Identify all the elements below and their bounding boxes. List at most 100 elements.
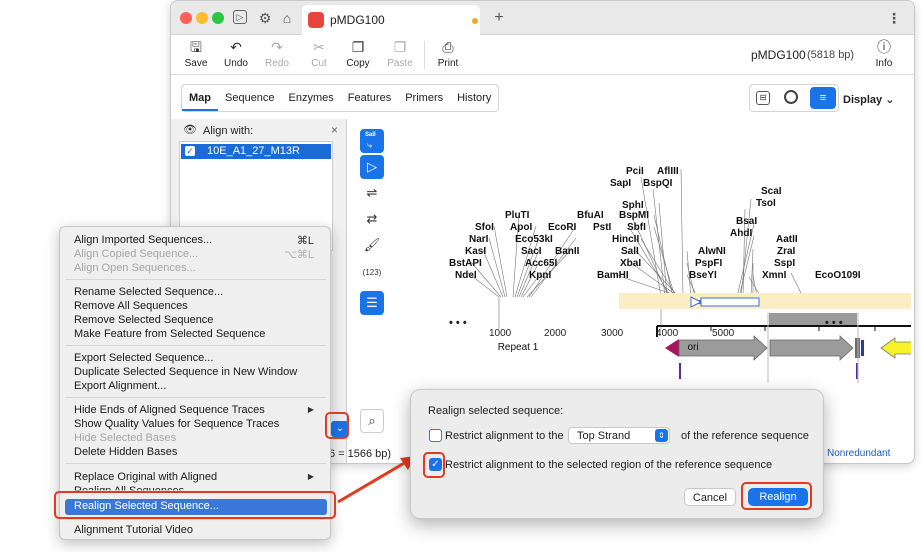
menu-item-remove-selected[interactable]: Remove Selected Sequence (74, 314, 213, 326)
feature-arrow-icon[interactable]: ▷ (360, 155, 384, 179)
enzyme-label[interactable]: PspFI (695, 258, 722, 269)
enzyme-label[interactable]: ScaI (761, 186, 782, 197)
tab-enzymes[interactable]: Enzymes (282, 85, 341, 111)
document-tab[interactable]: pMDG100 (302, 5, 480, 35)
redo-button[interactable]: ↷ Redo (257, 39, 297, 69)
menu-item-align-copied[interactable]: Align Copied Sequence... (74, 248, 198, 260)
menu-item-rename[interactable]: Rename Selected Sequence... (74, 286, 223, 298)
menu-item-align-open[interactable]: Align Open Sequences... (74, 262, 196, 274)
enzyme-label[interactable]: BsaI (736, 216, 757, 227)
enzyme-label[interactable]: Acc65I (525, 258, 557, 269)
new-tab-button[interactable]: + (491, 10, 507, 26)
enzyme-label[interactable]: BfuAI (577, 210, 604, 221)
enzyme-label[interactable]: XbaI (620, 258, 641, 269)
info-button[interactable]: ⓘ Info (864, 39, 904, 69)
linear-view-icon[interactable]: ⊟ (756, 91, 770, 105)
enzyme-label[interactable]: KpnI (529, 270, 551, 281)
display-menu-button[interactable]: Display ⌄ (843, 93, 894, 106)
home-icon[interactable]: ⌂ (279, 10, 295, 26)
search-icon[interactable]: ⌕ (360, 409, 384, 433)
checkbox-checked[interactable]: ✓ (185, 146, 195, 156)
enzyme-label[interactable]: BspQI (643, 178, 672, 189)
eye-icon[interactable]: 👁 (183, 123, 197, 136)
enzyme-sites-button[interactable]: SalI ⤷ (360, 129, 384, 153)
enzyme-label[interactable]: PstI (593, 222, 611, 233)
enzyme-label[interactable]: SalI (621, 246, 639, 257)
nonredundant-link[interactable]: Nonredundant (827, 448, 890, 459)
menu-item-make-feature[interactable]: Make Feature from Selected Sequence (74, 328, 265, 340)
enzyme-label[interactable]: SapI (610, 178, 631, 189)
enzyme-label[interactable]: PluTI (505, 210, 529, 221)
alignment-view-icon[interactable]: ☰ (360, 291, 384, 315)
enzyme-label[interactable]: SfoI (475, 222, 494, 233)
brush-icon[interactable]: 🖌 (360, 233, 384, 257)
menu-item-tutorial-video[interactable]: Alignment Tutorial Video (74, 524, 193, 536)
copy-button[interactable]: ❐ Copy (338, 39, 378, 69)
cancel-button[interactable]: Cancel (684, 488, 736, 506)
enzyme-label[interactable]: HincII (612, 234, 639, 245)
menu-item-export-alignment[interactable]: Export Alignment... (74, 380, 166, 392)
menu-item-hide-selected-bases[interactable]: Hide Selected Bases (74, 432, 176, 444)
enzyme-label[interactable]: ApoI (510, 222, 532, 233)
submenu-arrow-icon: ▶ (307, 472, 314, 481)
sidebar-toggle-icon[interactable]: ▷ (233, 10, 247, 24)
menu-item-show-quality[interactable]: Show Quality Values for Sequence Traces (74, 418, 279, 430)
close-icon[interactable]: × (331, 123, 338, 137)
menu-item-replace-original[interactable]: Replace Original with Aligned (74, 471, 217, 483)
enzyme-label[interactable]: AatII (776, 234, 798, 245)
enzyme-label[interactable]: TsoI (756, 198, 776, 209)
tab-primers[interactable]: Primers (398, 85, 450, 111)
minimize-window-button[interactable] (196, 12, 208, 24)
enzyme-label[interactable]: KasI (465, 246, 486, 257)
enzyme-label[interactable]: BstAPI (449, 258, 482, 269)
save-button[interactable]: 🖫 Save (176, 39, 216, 69)
feature-repeat-1[interactable]: Repeat 1 (479, 340, 557, 356)
primer-arrows-icon[interactable]: ⇄ (360, 207, 384, 231)
enzyme-label[interactable]: BspMI (619, 210, 649, 221)
enzyme-label[interactable]: AhdI (730, 228, 752, 239)
menu-item-align-imported[interactable]: Align Imported Sequences... (74, 234, 212, 246)
paste-button[interactable]: ❐ Paste (380, 39, 420, 69)
map-view-icon[interactable]: ≡ (810, 87, 836, 109)
orf-icon[interactable]: ⇌ (360, 181, 384, 205)
menu-item-export-selected[interactable]: Export Selected Sequence... (74, 352, 213, 364)
zoom-window-button[interactable] (212, 12, 224, 24)
tab-features[interactable]: Features (341, 85, 398, 111)
close-window-button[interactable] (180, 12, 192, 24)
enzyme-label[interactable]: BamHI (597, 270, 629, 281)
list-item[interactable]: ✓ 10E_A1_27_M13R (181, 144, 331, 159)
enzyme-label[interactable]: AflIII (657, 166, 679, 177)
undo-button[interactable]: ↶ Undo (216, 39, 256, 69)
tab-map[interactable]: Map (182, 85, 218, 111)
cut-button[interactable]: ✂ Cut (299, 39, 339, 69)
numbering-button[interactable]: (123) (360, 261, 384, 285)
enzyme-label[interactable]: Eco53kI (515, 234, 553, 245)
strand-select[interactable]: Top Strand ⇕ (568, 427, 670, 444)
enzyme-label[interactable]: SspI (774, 258, 795, 269)
enzyme-label[interactable]: SacI (521, 246, 542, 257)
menu-item-hide-ends[interactable]: Hide Ends of Aligned Sequence Traces (74, 404, 265, 416)
enzyme-label[interactable]: PciI (626, 166, 644, 177)
menu-item-remove-all[interactable]: Remove All Sequences (74, 300, 188, 312)
menu-item-duplicate[interactable]: Duplicate Selected Sequence in New Windo… (74, 366, 297, 378)
tab-history[interactable]: History (450, 85, 498, 111)
enzyme-label[interactable]: BseYI (689, 270, 717, 281)
feature-repeat-2[interactable]: Repeat 2 (567, 340, 643, 356)
enzyme-label[interactable]: SbfI (627, 222, 646, 233)
enzyme-label[interactable]: ZraI (777, 246, 795, 257)
enzyme-label[interactable]: NdeI (455, 270, 477, 281)
restrict-strand-checkbox[interactable] (429, 429, 442, 442)
print-button[interactable]: ⎙ Print (428, 39, 468, 69)
gear-icon[interactable]: ⚙ (257, 10, 273, 26)
more-menu-button[interactable]: ⋮ (886, 10, 902, 26)
circular-view-icon[interactable] (784, 90, 798, 104)
enzyme-label[interactable]: BanII (555, 246, 579, 257)
menu-item-delete-hidden[interactable]: Delete Hidden Bases (74, 446, 177, 458)
enzyme-label[interactable]: NarI (469, 234, 488, 245)
enzyme-label[interactable]: EcoO109I (815, 270, 861, 281)
enzyme-label[interactable]: AlwNI (698, 246, 726, 257)
tab-sequence[interactable]: Sequence (218, 85, 282, 111)
enzyme-label[interactable]: XmnI (762, 270, 786, 281)
enzyme-label[interactable]: EcoRI (548, 222, 576, 233)
feature-ori[interactable]: ori (673, 340, 713, 356)
